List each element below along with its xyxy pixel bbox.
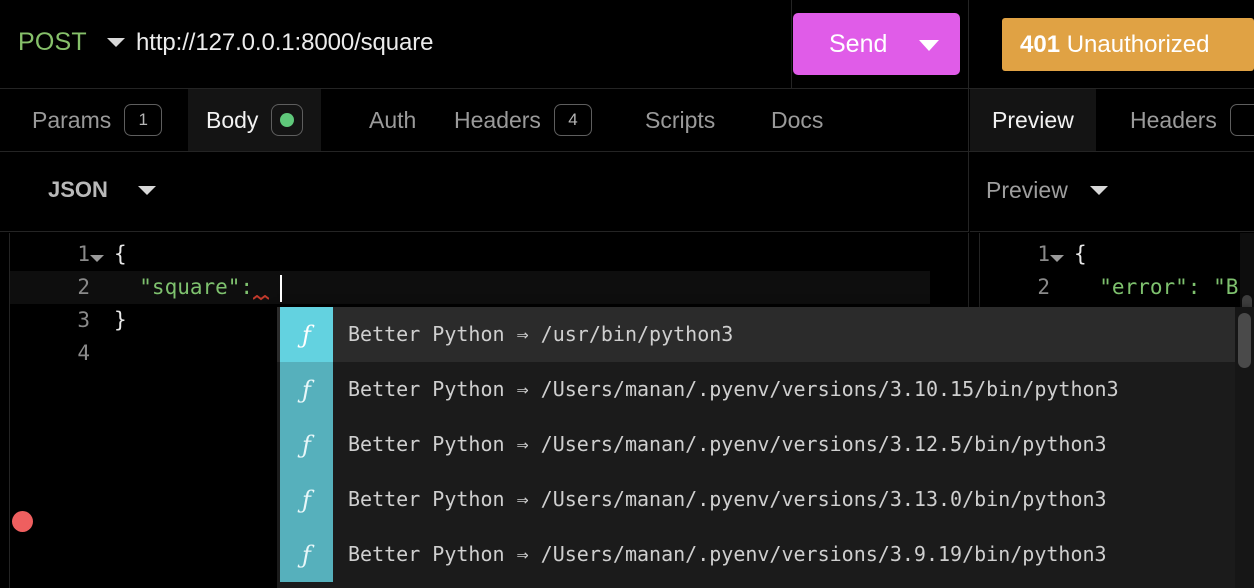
- list-item-label: Better Python ⇒ /Users/manan/.pyenv/vers…: [348, 432, 1107, 456]
- url-input[interactable]: http://127.0.0.1:8000/square: [136, 29, 434, 57]
- list-item[interactable]: ƒ Better Python ⇒ /Users/manan/.pyenv/ve…: [277, 362, 1254, 417]
- body-format-bar: JSON: [0, 152, 969, 232]
- text-cursor: [280, 275, 282, 302]
- line-number: 1: [77, 242, 90, 266]
- tab-headers-label: Headers: [454, 106, 541, 133]
- list-item-label: Better Python ⇒ /Users/manan/.pyenv/vers…: [348, 487, 1107, 511]
- body-format-select[interactable]: JSON: [48, 177, 156, 203]
- function-icon: ƒ: [280, 472, 333, 527]
- url-input-area[interactable]: POST http://127.0.0.1:8000/square: [0, 0, 792, 88]
- tab-docs[interactable]: Docs: [757, 89, 837, 151]
- tab-docs-label: Docs: [771, 106, 824, 133]
- send-button-area: Send: [793, 0, 969, 88]
- status-text: Unauthorized: [1060, 31, 1210, 58]
- tab-preview-label: Preview: [992, 106, 1074, 133]
- function-icon: ƒ: [280, 417, 333, 472]
- tab-response-headers[interactable]: Headers: [1116, 89, 1254, 151]
- response-status-area: 401 Unauthorized: [970, 0, 1254, 88]
- tab-bar: Params 1 Body Auth Headers 4 Scripts Doc…: [0, 89, 1254, 152]
- list-item[interactable]: ƒ Better Python ⇒ /Users/manan/.pyenv/ve…: [277, 527, 1254, 582]
- function-icon: ƒ: [280, 362, 333, 417]
- line-number: 1: [1037, 242, 1050, 266]
- tab-params-label: Params: [32, 106, 112, 133]
- list-item[interactable]: ƒ Better Python ⇒ /Users/manan/.pyenv/ve…: [277, 417, 1254, 472]
- list-item-label: Better Python ⇒ /Users/manan/.pyenv/vers…: [348, 377, 1119, 401]
- tab-auth-label: Auth: [369, 106, 417, 133]
- tab-params-badge: 1: [124, 104, 163, 136]
- http-method-label[interactable]: POST: [18, 28, 87, 57]
- tab-headers-badge: 4: [553, 104, 592, 136]
- fold-arrow-icon[interactable]: [90, 255, 104, 262]
- request-tabs: Params 1 Body Auth Headers 4 Scripts Doc…: [0, 89, 969, 151]
- tab-response-headers-label: Headers: [1130, 106, 1217, 133]
- tab-params[interactable]: Params 1: [18, 89, 176, 151]
- tab-headers[interactable]: Headers 4: [440, 89, 606, 151]
- preview-format-bar: Preview: [970, 152, 1254, 232]
- list-item-label: Better Python ⇒ /usr/bin/python3: [348, 322, 734, 346]
- fold-arrow-icon[interactable]: [1050, 255, 1064, 262]
- send-button-label: Send: [829, 30, 888, 58]
- line-number: 4: [77, 341, 90, 365]
- code-line: "square":: [114, 275, 254, 299]
- code-line: {: [114, 242, 127, 266]
- chevron-down-icon[interactable]: [107, 38, 125, 47]
- tab-preview[interactable]: Preview: [970, 89, 1096, 151]
- status-badge: 401 Unauthorized: [1002, 18, 1254, 71]
- line-number: 2: [77, 275, 90, 299]
- tab-body-dot-badge: [271, 104, 304, 136]
- autocomplete-popup[interactable]: ƒ Better Python ⇒ /usr/bin/python3 ƒ Bet…: [277, 307, 1254, 588]
- request-url-bar: POST http://127.0.0.1:8000/square Send 4…: [0, 0, 1254, 89]
- preview-format-label: Preview: [986, 177, 1068, 203]
- list-item[interactable]: ƒ Better Python ⇒ /usr/bin/python3: [277, 307, 1254, 362]
- breakpoint-dot-icon[interactable]: [12, 511, 33, 532]
- code-line: }: [114, 308, 127, 332]
- scrollbar-thumb[interactable]: [1238, 313, 1251, 368]
- line-number: 3: [77, 308, 90, 332]
- function-icon: ƒ: [280, 527, 333, 582]
- preview-format-select[interactable]: Preview: [986, 177, 1108, 204]
- tab-scripts[interactable]: Scripts: [631, 89, 729, 151]
- code-line: {: [1074, 242, 1087, 266]
- tab-body-label: Body: [206, 106, 259, 133]
- chevron-down-icon[interactable]: [137, 185, 156, 195]
- line-number: 2: [1037, 275, 1050, 299]
- tab-body[interactable]: Body: [188, 89, 322, 151]
- tab-response-headers-badge: [1229, 104, 1254, 136]
- chevron-down-icon[interactable]: [1089, 186, 1108, 195]
- autocomplete-scrollbar[interactable]: [1235, 307, 1254, 588]
- send-button[interactable]: Send: [793, 13, 960, 75]
- response-tabs: Preview Headers: [970, 89, 1254, 151]
- list-item[interactable]: ƒ Better Python ⇒ /Users/manan/.pyenv/ve…: [277, 472, 1254, 527]
- chevron-down-icon[interactable]: [919, 40, 939, 51]
- code-line: "error": "B: [1074, 275, 1239, 299]
- status-code: 401: [1020, 31, 1061, 58]
- error-squiggle-icon: [253, 295, 269, 301]
- tab-auth[interactable]: Auth: [355, 89, 430, 151]
- tab-scripts-label: Scripts: [645, 106, 716, 133]
- body-format-label: JSON: [48, 177, 108, 202]
- function-icon: ƒ: [280, 307, 333, 362]
- list-item-label: Better Python ⇒ /Users/manan/.pyenv/vers…: [348, 542, 1107, 566]
- api-client-window: POST http://127.0.0.1:8000/square Send 4…: [0, 0, 1254, 588]
